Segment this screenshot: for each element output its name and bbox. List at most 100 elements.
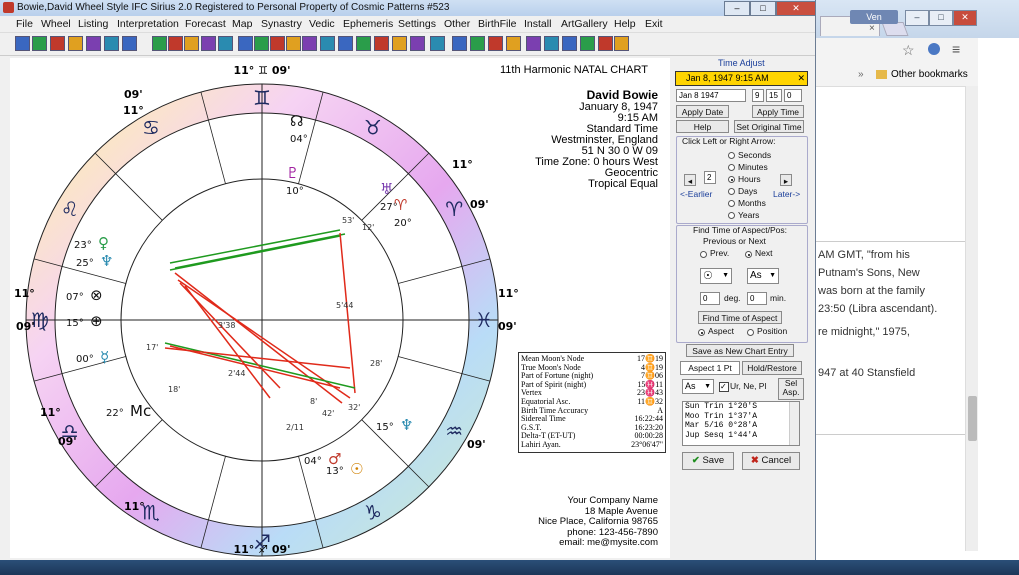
toolbar-icon[interactable] (392, 36, 407, 51)
toolbar-icon[interactable] (201, 36, 216, 51)
minute-input[interactable]: 15 (766, 89, 782, 102)
planet1-select[interactable]: ☉ ▼ (700, 268, 732, 284)
apply-time-button[interactable]: Apply Time (752, 105, 804, 118)
close-icon[interactable]: ✕ (776, 1, 816, 16)
minimize-icon[interactable]: – (724, 1, 750, 16)
menu-help[interactable]: Help (614, 16, 636, 32)
unit-radio-hours[interactable] (728, 176, 735, 183)
planet2-select[interactable]: As ▼ (747, 268, 779, 284)
menu-interpretation[interactable]: Interpretation (117, 16, 179, 32)
other-bookmarks-link[interactable]: Other bookmarks (891, 64, 968, 86)
menu-birthfile[interactable]: BirthFile (478, 16, 517, 32)
hour-input[interactable]: 9 (752, 89, 764, 102)
toolbar-icon[interactable] (598, 36, 613, 51)
toolbar-icon[interactable] (238, 36, 253, 51)
menu-synastry[interactable]: Synastry (261, 16, 302, 32)
toolbar-icon[interactable] (580, 36, 595, 51)
menu-ephemeris[interactable]: Ephemeris (343, 16, 393, 32)
menu-vedic[interactable]: Vedic (309, 16, 335, 32)
next-radio[interactable] (745, 251, 752, 258)
earlier-arrow-button[interactable]: ◂ (684, 174, 696, 186)
toolbar-icon[interactable] (168, 36, 183, 51)
aspect-list-item[interactable]: Sun Trin 1°20'S (685, 402, 799, 412)
browser-close-icon[interactable]: ✕ (953, 10, 977, 26)
scrollbar-thumb[interactable] (968, 396, 977, 441)
menu-map[interactable]: Map (232, 16, 252, 32)
bookmarks-chevron-icon[interactable]: » (858, 64, 864, 86)
toolbar-icon[interactable] (526, 36, 541, 51)
menu-install[interactable]: Install (524, 16, 551, 32)
toolbar-icon[interactable] (122, 36, 137, 51)
aspect-list-scrollbar[interactable] (789, 402, 799, 445)
toolbar-icon[interactable] (32, 36, 47, 51)
toolbar-icon[interactable] (302, 36, 317, 51)
toolbar-icon[interactable] (410, 36, 425, 51)
degree-input[interactable]: 0 (700, 292, 720, 305)
toolbar-icon[interactable] (374, 36, 389, 51)
toolbar-icon[interactable] (15, 36, 30, 51)
toolbar-icon[interactable] (562, 36, 577, 51)
toolbar-icon[interactable] (544, 36, 559, 51)
toolbar-icon[interactable] (320, 36, 335, 51)
menu-listing[interactable]: Listing (78, 16, 108, 32)
apply-date-button[interactable]: Apply Date (676, 105, 729, 118)
unit-radio-days[interactable] (728, 188, 735, 195)
menu-forecast[interactable]: Forecast (185, 16, 226, 32)
toolbar-icon[interactable] (286, 36, 301, 51)
browser-maximize-icon[interactable]: □ (929, 10, 953, 26)
menu-exit[interactable]: Exit (645, 16, 663, 32)
unit-radio-years[interactable] (728, 212, 735, 219)
aspect-point-select[interactable]: As ▼ (682, 379, 714, 394)
menu-wheel[interactable]: Wheel (41, 16, 71, 32)
unit-radio-seconds[interactable] (728, 152, 735, 159)
later-label[interactable]: Later-> (773, 189, 800, 199)
toolbar-icon[interactable] (68, 36, 83, 51)
select-aspects-button[interactable]: Sel Asp. (778, 378, 804, 400)
toolbar-icon[interactable] (86, 36, 101, 51)
aspect-list-item[interactable]: Moo Trin 1°37'A (685, 412, 799, 422)
toolbar-icon[interactable] (614, 36, 629, 51)
minute-offset-input[interactable]: 0 (747, 292, 767, 305)
tab-aspect-1pt[interactable]: Aspect 1 Pt (680, 361, 740, 375)
toolbar-icon[interactable] (218, 36, 233, 51)
toolbar-icon[interactable] (270, 36, 285, 51)
aspect-list-item[interactable]: Jup Sesq 1°44'A (685, 431, 799, 441)
toolbar-icon[interactable] (184, 36, 199, 51)
help-button[interactable]: Help (676, 120, 729, 133)
date-input[interactable]: Jan 8 1947 (676, 89, 746, 102)
tab-hold-restore[interactable]: Hold/Restore (742, 361, 802, 375)
toolbar-icon[interactable] (430, 36, 445, 51)
step-input[interactable]: 2 (704, 171, 716, 184)
save-new-chart-button[interactable]: Save as New Chart Entry (686, 344, 794, 357)
toolbar-icon[interactable] (338, 36, 353, 51)
aspect-radio[interactable] (698, 329, 705, 336)
toolbar-icon[interactable] (506, 36, 521, 51)
browser-minimize-icon[interactable]: – (905, 10, 929, 26)
toolbar-icon[interactable] (488, 36, 503, 51)
unit-radio-months[interactable] (728, 200, 735, 207)
menu-file[interactable]: File (16, 16, 33, 32)
cancel-button[interactable]: ✖ Cancel (742, 452, 800, 470)
save-button[interactable]: ✔ Save (682, 452, 734, 470)
toolbar-icon[interactable] (470, 36, 485, 51)
toolbar-icon[interactable] (254, 36, 269, 51)
menu-settings[interactable]: Settings (398, 16, 436, 32)
user-profile-button[interactable]: Ven (850, 10, 898, 24)
second-input[interactable]: 0 (784, 89, 802, 102)
later-arrow-button[interactable]: ▸ (780, 174, 792, 186)
aspect-list-item[interactable]: Mar 5/16 0°28'A (685, 421, 799, 431)
menu-artgallery[interactable]: ArtGallery (561, 16, 608, 32)
toolbar-icon[interactable] (50, 36, 65, 51)
toolbar-icon[interactable] (356, 36, 371, 51)
toolbar-icon[interactable] (152, 36, 167, 51)
toolbar-icon[interactable] (452, 36, 467, 51)
panel-close-icon[interactable]: ✕ (797, 72, 805, 85)
aspect-list[interactable]: Sun Trin 1°20'S Moo Trin 1°37'A Mar 5/16… (682, 401, 800, 446)
set-original-time-button[interactable]: Set Original Time (734, 120, 804, 133)
browser-scrollbar[interactable] (965, 86, 979, 551)
extension-icon[interactable] (928, 43, 940, 55)
unit-radio-minutes[interactable] (728, 164, 735, 171)
prev-radio[interactable] (700, 251, 707, 258)
menu-other[interactable]: Other (444, 16, 470, 32)
earlier-label[interactable]: <-Earlier (680, 189, 712, 199)
